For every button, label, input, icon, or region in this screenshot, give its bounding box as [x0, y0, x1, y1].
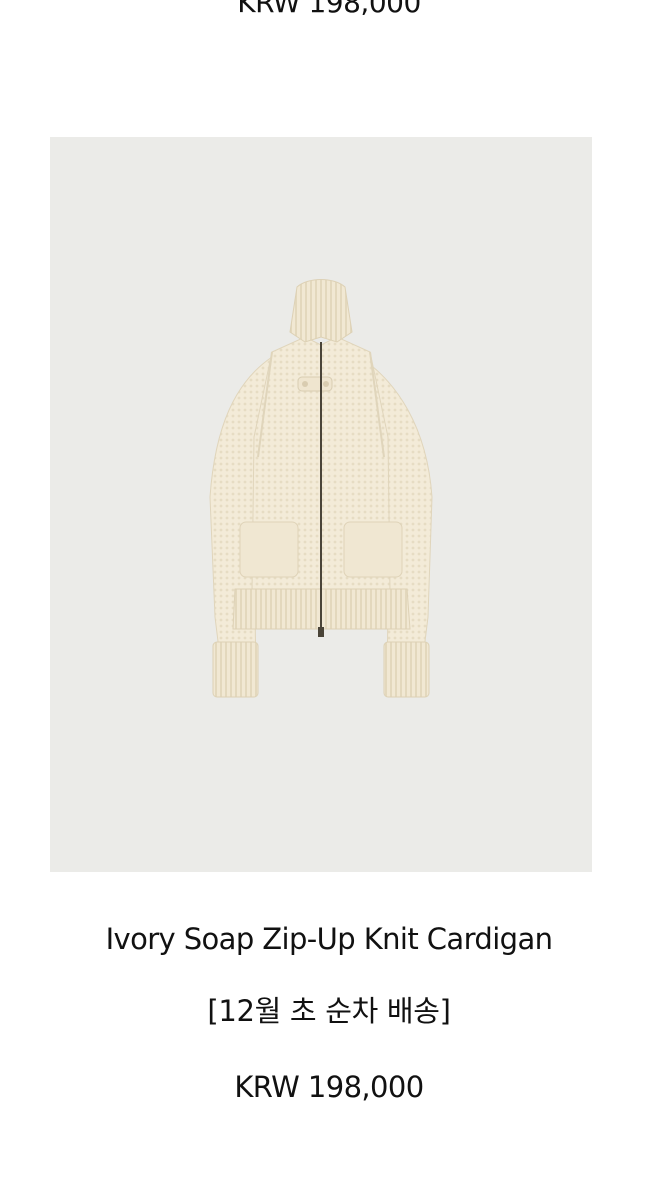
collar [289, 279, 353, 343]
right-pocket [343, 521, 403, 578]
shipping-note: [12월 초 순차 배송] [207, 994, 451, 1028]
left-cuff [212, 641, 259, 698]
left-pocket [239, 521, 299, 578]
product-price: KRW 198,000 [234, 1070, 424, 1104]
product-image[interactable] [50, 137, 592, 872]
right-cuff [383, 641, 430, 698]
cardigan-illustration [209, 279, 433, 698]
product-name[interactable]: Ivory Soap Zip-Up Knit Cardigan [0, 922, 658, 956]
product-card: Ivory Soap Zip-Up Knit Cardigan [12월 초 순… [0, 0, 658, 1200]
